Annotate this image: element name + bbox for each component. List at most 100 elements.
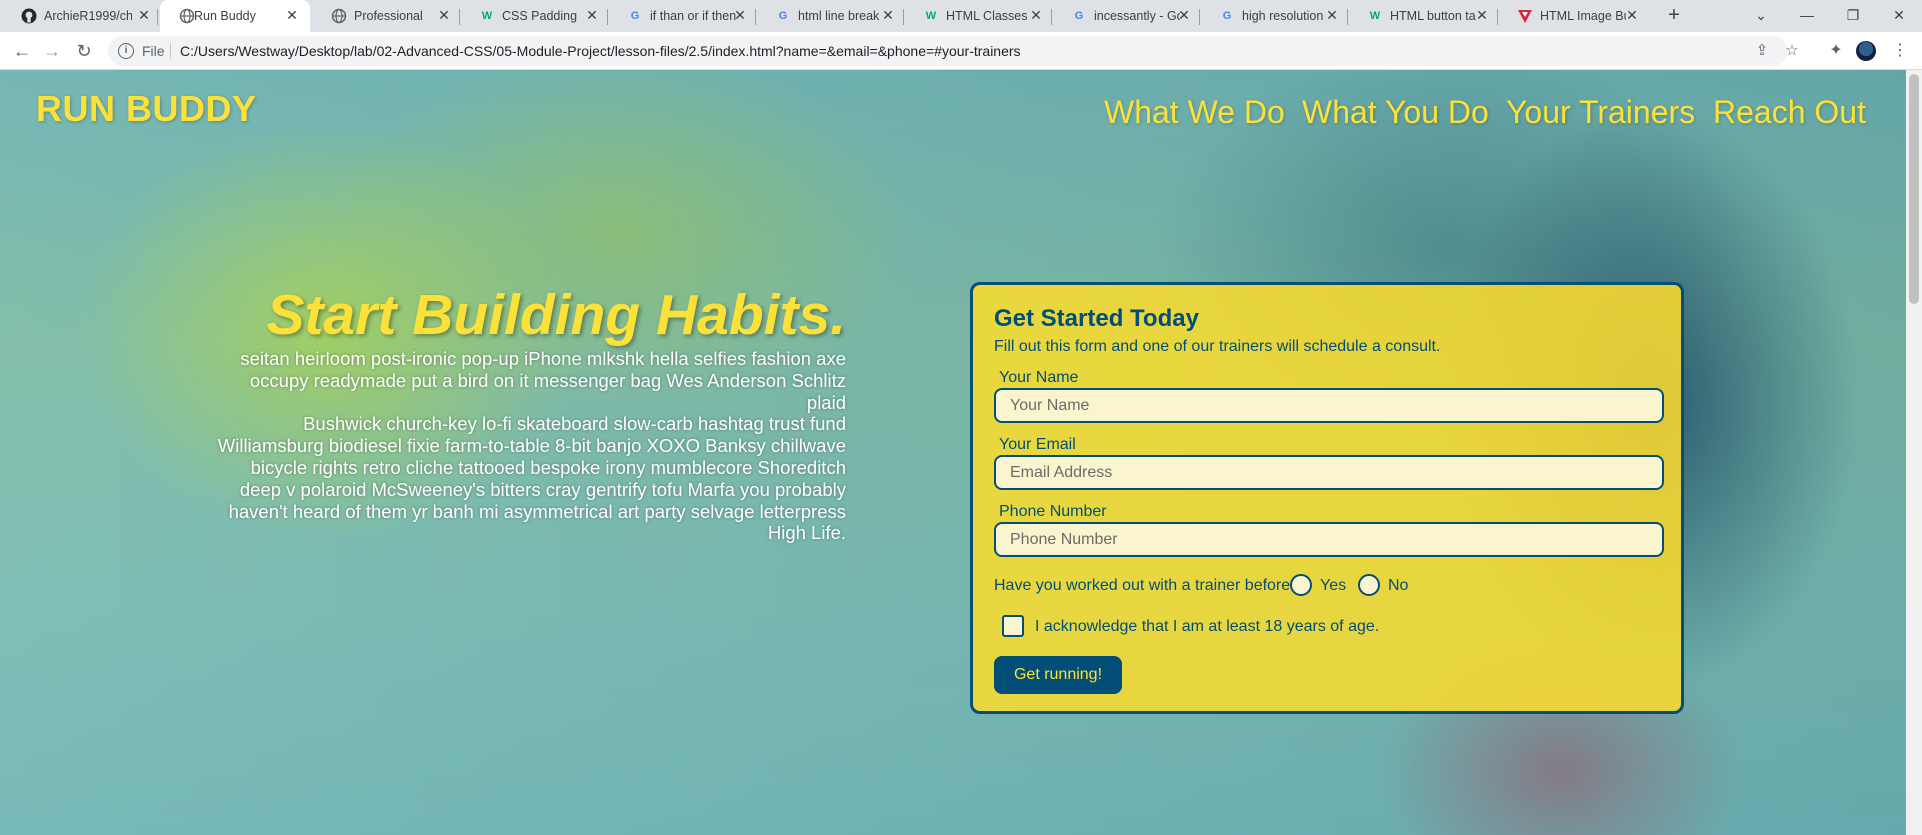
hero-text-line: haven't heard of them yr banh mi asymmet…: [228, 500, 846, 522]
browser-tab[interactable]: W HTML Classes - ✕: [904, 0, 1052, 32]
profile-avatar[interactable]: [1856, 41, 1876, 61]
google-icon: G: [1222, 10, 1232, 22]
hero-text-line: High Life.: [767, 522, 846, 544]
browser-tab-active[interactable]: Run Buddy ✕: [160, 0, 310, 32]
tab-separator: [157, 9, 158, 25]
scrollbar-thumb[interactable]: [1909, 74, 1919, 304]
radio-no-label: No: [1388, 577, 1409, 594]
phone-input[interactable]: [994, 522, 1664, 557]
triangle-icon: [1517, 8, 1533, 24]
close-tab-icon[interactable]: ✕: [1176, 7, 1192, 23]
close-tab-icon[interactable]: ✕: [732, 7, 748, 23]
close-tab-icon[interactable]: ✕: [880, 7, 896, 23]
radio-no[interactable]: [1358, 574, 1380, 596]
forward-arrow-icon[interactable]: →: [40, 39, 64, 63]
nav-link-what-we-do[interactable]: What We Do: [1104, 94, 1285, 131]
radio-yes[interactable]: [1290, 574, 1312, 596]
nav-link-what-you-do[interactable]: What You Do: [1302, 94, 1489, 131]
info-icon[interactable]: i: [118, 43, 134, 59]
close-tab-icon[interactable]: ✕: [284, 7, 300, 23]
w3schools-icon: W: [481, 10, 493, 22]
address-bar[interactable]: i File C:/Users/Westway/Desktop/lab/02-A…: [108, 36, 1799, 66]
tab-title: HTML Image Bu: [1540, 9, 1626, 23]
google-icon: G: [778, 10, 788, 22]
restore-icon[interactable]: ❐: [1830, 0, 1876, 32]
tab-title: HTML Classes -: [946, 9, 1028, 23]
browser-tab[interactable]: G html line break ✕: [756, 0, 904, 32]
close-tab-icon[interactable]: ✕: [1028, 7, 1044, 23]
tab-title: incessantly - Go: [1094, 9, 1180, 23]
name-label: Your Name: [999, 369, 1079, 386]
globe-icon: [179, 8, 195, 24]
close-tab-icon[interactable]: ✕: [136, 7, 152, 23]
browser-tab[interactable]: HTML Image Bu ✕: [1498, 0, 1648, 32]
tab-title: Professional Por: [354, 9, 426, 23]
hero-text: seitan heirloom post-ironic pop-up iPhon…: [216, 348, 846, 544]
email-label: Your Email: [999, 436, 1076, 453]
site-logo[interactable]: RUN BUDDY: [36, 88, 257, 130]
hero-text-line: bicycle rights retro cliche tattooed bes…: [250, 456, 846, 478]
close-window-icon[interactable]: ✕: [1876, 0, 1922, 32]
google-icon: G: [630, 10, 640, 22]
hero-text-line: seitan heirloom post-ironic pop-up iPhon…: [240, 348, 846, 369]
menu-kebab-icon[interactable]: ⋮: [1888, 39, 1912, 63]
github-icon: [21, 8, 37, 24]
tab-search-icon[interactable]: ⌄: [1738, 0, 1784, 32]
form-title: Get Started Today: [994, 305, 1199, 332]
tab-strip: ArchieR1999/ch ✕ Run Buddy ✕ Professiona…: [0, 0, 1922, 32]
trainer-question: Have you worked out with a trainer befor…: [994, 577, 1300, 594]
phone-label: Phone Number: [999, 503, 1107, 520]
tab-title: Run Buddy: [194, 9, 256, 23]
tab-title: if than or if then: [650, 9, 736, 23]
tab-title: CSS Padding: [502, 9, 578, 23]
google-icon: G: [1074, 10, 1084, 22]
page-viewport: RUN BUDDY What We Do What You Do Your Tr…: [0, 70, 1906, 835]
back-arrow-icon[interactable]: ←: [10, 39, 34, 63]
browser-toolbar: ← → ↻ i File C:/Users/Westway/Desktop/la…: [0, 32, 1922, 70]
globe-icon: [331, 8, 347, 24]
omnibox-divider: [170, 43, 171, 59]
close-tab-icon[interactable]: ✕: [584, 7, 600, 23]
hero-text-line: occupy readymade put a bird on it messen…: [249, 369, 846, 413]
extensions-icon[interactable]: ✦: [1824, 39, 1848, 63]
form-subtitle: Fill out this form and one of our traine…: [994, 338, 1441, 355]
w3schools-icon: W: [1369, 10, 1381, 22]
nav-link-your-trainers[interactable]: Your Trainers: [1506, 94, 1695, 131]
age-checkbox-label: I acknowledge that I am at least 18 year…: [1035, 618, 1380, 635]
close-tab-icon[interactable]: ✕: [1624, 7, 1640, 23]
reload-icon[interactable]: ↻: [72, 39, 96, 63]
browser-tab[interactable]: G incessantly - Go ✕: [1052, 0, 1200, 32]
hero-title: Start Building Habits.: [266, 283, 846, 347]
get-running-button[interactable]: Get running!: [994, 656, 1122, 694]
page-scrollbar[interactable]: [1906, 70, 1922, 835]
age-checkbox[interactable]: [1002, 615, 1024, 637]
browser-tab[interactable]: G high resolution ✕: [1200, 0, 1348, 32]
nav-link-reach-out[interactable]: Reach Out: [1713, 94, 1866, 131]
close-tab-icon[interactable]: ✕: [1324, 7, 1340, 23]
get-started-form: Get Started Today Fill out this form and…: [970, 282, 1684, 714]
tab-title: html line break: [798, 9, 880, 23]
hero-text-line: Bushwick church-key lo-fi skateboard slo…: [303, 413, 846, 435]
radio-yes-label: Yes: [1320, 577, 1347, 594]
w3schools-icon: W: [925, 10, 937, 22]
url-text[interactable]: C:/Users/Westway/Desktop/lab/02-Advanced…: [180, 43, 1021, 59]
new-tab-button[interactable]: +: [1660, 4, 1688, 28]
tab-title: high resolution: [1242, 9, 1324, 23]
hero-text-line: deep v polaroid McSweeney's bitters cray…: [239, 478, 846, 500]
browser-tab[interactable]: G if than or if then ✕: [608, 0, 756, 32]
browser-tab[interactable]: W HTML button ta ✕: [1348, 0, 1498, 32]
close-tab-icon[interactable]: ✕: [1474, 7, 1490, 23]
share-icon[interactable]: ⇪: [1752, 41, 1772, 61]
minimize-icon[interactable]: —: [1784, 0, 1830, 32]
name-input[interactable]: [994, 388, 1664, 423]
hero-text-line: Williamsburg biodiesel fixie farm-to-tab…: [217, 435, 846, 457]
close-tab-icon[interactable]: ✕: [436, 7, 452, 23]
browser-tab[interactable]: ArchieR1999/ch ✕: [2, 0, 158, 32]
tab-title: ArchieR1999/ch: [44, 9, 132, 23]
url-scheme: File: [142, 43, 165, 59]
browser-tab[interactable]: W CSS Padding ✕: [460, 0, 608, 32]
bookmark-star-icon[interactable]: ☆: [1782, 41, 1802, 61]
browser-tab[interactable]: Professional Por ✕: [312, 0, 460, 32]
tab-title: HTML button ta: [1390, 9, 1476, 23]
email-input[interactable]: [994, 455, 1664, 490]
